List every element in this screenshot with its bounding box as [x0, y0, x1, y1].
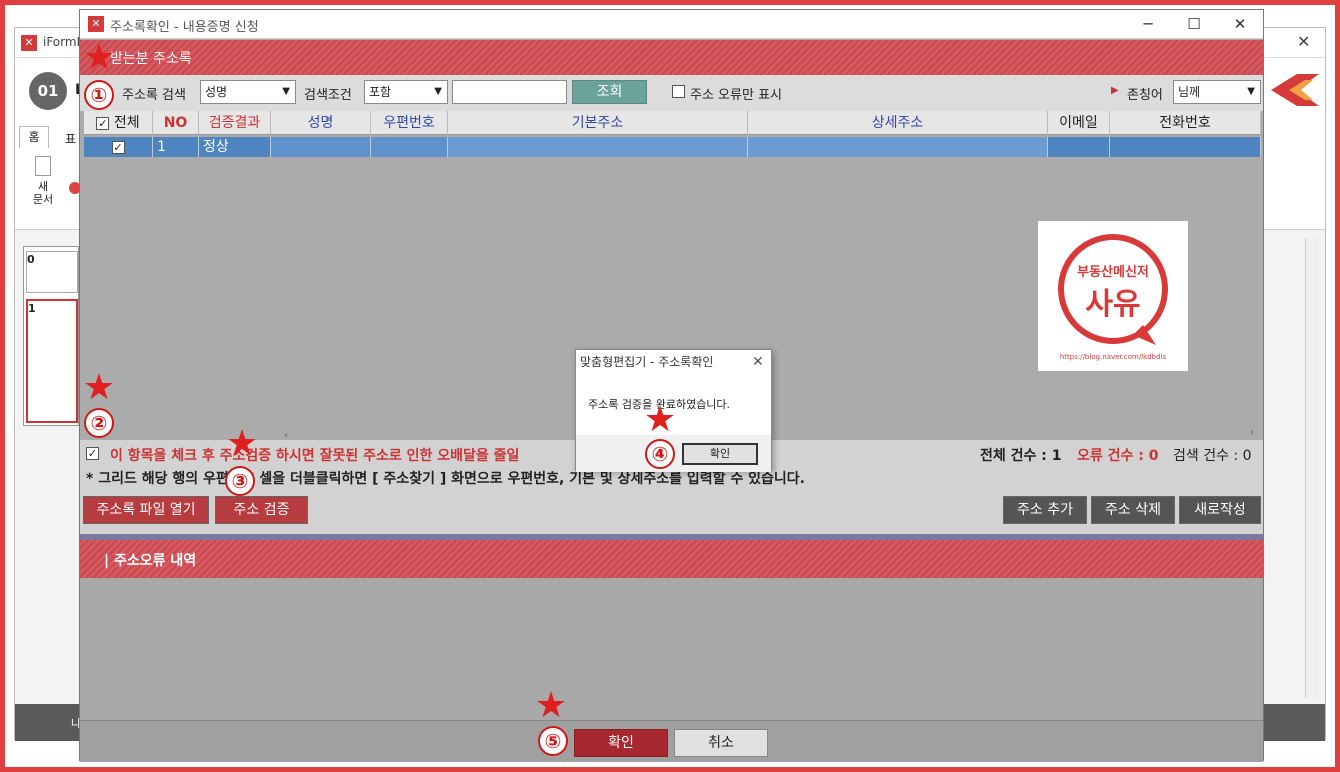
search-field-select[interactable]: 성명 ▼ [200, 80, 296, 104]
cancel-button[interactable]: 취소 [674, 729, 768, 757]
brand-arrow-icon [1267, 70, 1323, 110]
table-row[interactable]: ✓ 1 정상 [84, 137, 1261, 157]
search-input[interactable] [452, 80, 567, 104]
annotation-star-icon: ★ [225, 423, 259, 464]
verify-option-checkbox[interactable]: ✓ [86, 447, 99, 460]
message-box-title: 맞춤형편집기 - 주소록확인 [580, 355, 714, 369]
annotation-2: ② [84, 408, 114, 438]
recipient-section-header: 받는분 주소록 [80, 40, 1263, 75]
cell-zip[interactable] [371, 137, 448, 157]
col-detail-address[interactable]: 상세주소 [748, 111, 1048, 135]
condition-label: 검색조건 [304, 88, 352, 103]
message-ok-button[interactable]: 확인 [682, 443, 758, 465]
dialog-title: 주소록확인 - 내용증명 신청 [110, 20, 259, 35]
thumbnail-0[interactable]: 0 [26, 251, 78, 293]
annotation-star-icon: ★ [534, 685, 568, 726]
cell-result: 정상 [199, 137, 271, 157]
annotation-3: ③ [225, 466, 255, 496]
row-checkbox[interactable]: ✓ [84, 137, 153, 157]
watermark-line2: 사유 [1085, 287, 1141, 322]
col-address[interactable]: 기본주소 [448, 111, 748, 135]
col-all[interactable]: ✓ 전체 [84, 111, 153, 135]
cell-detail-address[interactable] [748, 137, 1048, 157]
annotation-4: ④ [645, 439, 675, 469]
ribbon-tab-2[interactable]: 표 [65, 130, 76, 147]
maximize-icon[interactable]: ☐ [1171, 10, 1217, 39]
thumbnail-panel: 0 1 [23, 246, 79, 426]
verify-option-note: 이 항목을 체크 후 주소검증 하시면 잘못된 주소로 인한 오배달을 줄일 [110, 448, 520, 464]
search-button[interactable]: 조회 [572, 80, 647, 104]
thumbnail-1[interactable]: 1 [26, 299, 78, 423]
search-label: 주소록 검색 [122, 88, 186, 103]
condition-select[interactable]: 포함 ▼ [364, 80, 448, 104]
only-error-checkbox[interactable] [672, 85, 685, 98]
error-section-header: | 주소오류 내역 [80, 540, 1263, 578]
cell-email[interactable] [1048, 137, 1110, 157]
col-email[interactable]: 이메일 [1048, 111, 1110, 135]
background-scrollbar[interactable] [1305, 238, 1319, 698]
arrow-icon: ▶ [1111, 85, 1119, 96]
close-icon[interactable]: ✕ [1217, 10, 1263, 39]
dialog-button-bar: 확인 취소 [80, 720, 1263, 762]
verify-address-button[interactable]: 주소 검증 [215, 496, 308, 524]
new-doc-label: 새 문서 [32, 180, 54, 206]
watermark-line1: 부동산메신저 [1077, 265, 1149, 280]
background-close-icon[interactable]: ✕ [1297, 32, 1310, 51]
error-list-area [80, 578, 1263, 723]
step-number: 01 [29, 72, 67, 110]
honorific-select[interactable]: 님께 ▼ [1173, 80, 1261, 104]
minimize-icon[interactable]: ─ [1125, 10, 1171, 39]
delete-address-button[interactable]: 주소 삭제 [1091, 496, 1175, 524]
annotation-star-icon: ★ [643, 399, 677, 440]
dialog-titlebar: ✕ 주소록확인 - 내용증명 신청 ─ ☐ ✕ [80, 10, 1263, 39]
add-address-button[interactable]: 주소 추가 [1003, 496, 1087, 524]
watermark-logo: 부동산메신저 사유 https://blog.naver.com/lkdbdls [1038, 221, 1188, 371]
honorific-label: 존칭어 [1127, 88, 1163, 103]
message-close-icon[interactable]: ✕ [752, 350, 764, 374]
watermark-url: https://blog.naver.com/lkdbdls [1059, 353, 1167, 361]
search-count: 검색 건수 : 0 [1173, 448, 1252, 464]
total-count: 전체 건수 : 1 [980, 448, 1062, 464]
annotation-5: ⑤ [538, 726, 568, 756]
search-toolbar: 주소록 검색 성명 ▼ 검색조건 포함 ▼ 조회 주소 오류만 표시 ▶ 존칭어 님… [80, 75, 1263, 111]
error-count: 오류 건수 : 0 [1077, 448, 1159, 464]
ok-button[interactable]: 확인 [574, 729, 668, 757]
cell-no: 1 [153, 137, 199, 157]
open-file-button[interactable]: 주소록 파일 열기 [83, 496, 209, 524]
col-zip[interactable]: 우편번호 [371, 111, 448, 135]
only-error-label: 주소 오류만 표시 [690, 88, 782, 103]
ribbon-tab-home[interactable]: 홈 [19, 126, 49, 148]
cell-address[interactable] [448, 137, 748, 157]
col-no[interactable]: NO [153, 111, 199, 135]
col-name[interactable]: 성명 [271, 111, 371, 135]
cell-phone[interactable] [1110, 137, 1261, 157]
annotation-star-icon: ★ [82, 367, 116, 408]
cell-name[interactable] [271, 137, 371, 157]
recipient-section-title: 받는분 주소록 [110, 51, 192, 67]
annotation-star-icon: ★ [82, 37, 116, 78]
app-logo-icon: ✕ [21, 35, 37, 51]
col-phone[interactable]: 전화번호 [1110, 111, 1261, 135]
new-button[interactable]: 새로작성 [1179, 496, 1261, 524]
annotation-1: ① [84, 80, 114, 110]
error-section-title: | 주소오류 내역 [104, 553, 197, 569]
new-doc-icon[interactable] [35, 156, 51, 176]
col-result[interactable]: 검증결과 [199, 111, 271, 135]
message-box-titlebar: 맞춤형편집기 - 주소록확인 ✕ [576, 350, 771, 374]
grid-header: ✓ 전체 NO 검증결과 성명 우편번호 기본주소 상세주소 이메일 전화번호 [84, 111, 1261, 135]
dialog-logo-icon: ✕ [88, 16, 104, 32]
